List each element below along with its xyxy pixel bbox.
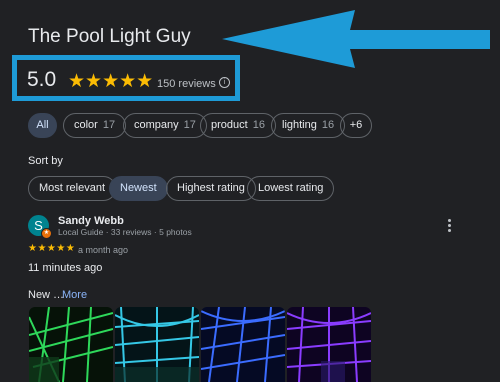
rating-stars-icon: ★★★★★: [68, 71, 154, 92]
pool-lights-image: [115, 307, 199, 382]
business-title: The Pool Light Guy: [28, 26, 191, 47]
sort-option-label: Newest: [120, 182, 157, 194]
filter-chip-product[interactable]: product 16: [200, 113, 276, 138]
annotation-arrow-icon: [222, 10, 490, 68]
filter-chip-company[interactable]: company 17: [123, 113, 207, 138]
sort-option-label: Most relevant: [39, 182, 106, 194]
review-stars-icon: ★★★★★: [28, 243, 76, 254]
filter-chip-more[interactable]: +6: [340, 113, 372, 138]
review-photo[interactable]: [115, 307, 199, 382]
pool-lights-image: [29, 307, 113, 382]
filter-chip-label: All: [36, 119, 49, 131]
sort-most-relevant[interactable]: Most relevant: [28, 176, 117, 201]
local-guide-badge-icon: ★: [41, 228, 52, 239]
filter-chip-color[interactable]: color 17: [63, 113, 127, 138]
sort-option-label: Highest rating: [177, 182, 245, 194]
sort-lowest-rating[interactable]: Lowest rating: [247, 176, 335, 201]
reviewer-meta: Local Guide · 33 reviews · 5 photos: [58, 227, 192, 237]
more-link[interactable]: More: [62, 289, 87, 301]
filter-chip-label: company: [134, 119, 179, 131]
sort-newest[interactable]: Newest: [109, 176, 168, 201]
filter-chip-label: color: [74, 119, 98, 131]
filter-chip-label: product: [211, 119, 248, 131]
filter-chip-count: 17: [183, 119, 196, 131]
review-posted-time: 11 minutes ago: [28, 262, 103, 274]
rating-value: 5.0: [27, 68, 57, 91]
review-count[interactable]: 150 reviews: [157, 78, 216, 90]
sort-option-label: Lowest rating: [258, 182, 324, 194]
filter-chip-all[interactable]: All: [28, 113, 57, 138]
filter-chip-count: 16: [252, 119, 265, 131]
filter-chip-count: 16: [321, 119, 335, 131]
info-icon[interactable]: i: [219, 77, 230, 88]
sort-label: Sort by: [28, 155, 63, 167]
filter-chip-count: 17: [102, 119, 116, 131]
pool-lights-image: [201, 307, 285, 382]
review-text: New …: [28, 289, 65, 301]
review-photo[interactable]: [29, 307, 113, 382]
filter-chip-label: lighting: [282, 119, 317, 131]
pool-lights-image: [287, 307, 371, 382]
review-photo[interactable]: [201, 307, 285, 382]
filter-chip-lighting[interactable]: lighting 16: [271, 113, 346, 138]
review-photo[interactable]: [287, 307, 371, 382]
reviewer-name[interactable]: Sandy Webb: [58, 215, 124, 227]
review-date: a month ago: [78, 245, 129, 255]
filter-chip-label: +6: [349, 119, 363, 131]
sort-highest-rating[interactable]: Highest rating: [166, 176, 256, 201]
more-options-icon[interactable]: [444, 219, 454, 233]
